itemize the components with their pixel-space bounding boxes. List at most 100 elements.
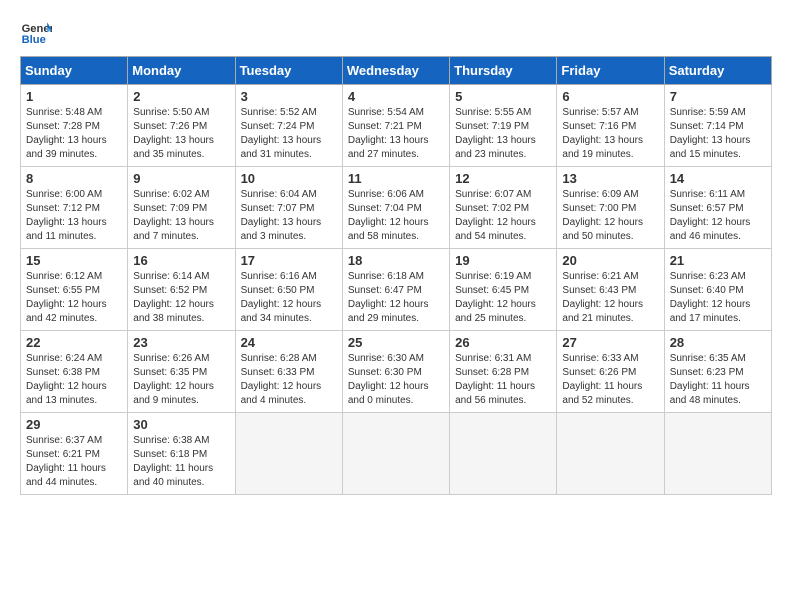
day-number: 8 [26,171,122,186]
day-info: Sunrise: 6:38 AM Sunset: 6:18 PM Dayligh… [133,434,229,490]
day-info: Sunrise: 6:21 AM Sunset: 6:43 PM Dayligh… [562,270,658,326]
calendar-cell: 13 Sunrise: 6:09 AM Sunset: 7:00 PM Dayli… [557,167,664,249]
calendar-cell: 19Sunrise: 6:19 AM Sunset: 6:45 PM Dayli… [450,249,557,331]
calendar-cell: 12Sunrise: 6:07 AM Sunset: 7:02 PM Dayli… [450,167,557,249]
day-info: Sunrise: 6:00 AM Sunset: 7:12 PM Dayligh… [26,188,122,244]
day-info: Sunrise: 6:14 AM Sunset: 6:52 PM Dayligh… [133,270,229,326]
day-number: 1 [26,89,122,104]
day-info: Sunrise: 6:37 AM Sunset: 6:21 PM Dayligh… [26,434,122,490]
weekday-header: Wednesday [342,57,449,85]
day-info: Sunrise: 6:11 AM Sunset: 6:57 PM Dayligh… [670,188,766,244]
day-info: Sunrise: 6:35 AM Sunset: 6:23 PM Dayligh… [670,352,766,408]
weekday-header: Sunday [21,57,128,85]
day-number: 21 [670,253,766,268]
day-info: Sunrise: 6:06 AM Sunset: 7:04 PM Dayligh… [348,188,444,244]
calendar-week-row: 22 Sunrise: 6:24 AM Sunset: 6:38 PM Dayli… [21,331,772,413]
calendar-week-row: 1 Sunrise: 5:48 AM Sunset: 7:28 PM Daylig… [21,85,772,167]
day-number: 7 [670,89,766,104]
calendar-cell: 14 Sunrise: 6:11 AM Sunset: 6:57 PM Dayli… [664,167,771,249]
calendar-cell [664,413,771,495]
day-info: Sunrise: 5:52 AM Sunset: 7:24 PM Dayligh… [241,106,337,162]
day-info: Sunrise: 6:28 AM Sunset: 6:33 PM Dayligh… [241,352,337,408]
calendar-cell: 5 Sunrise: 5:55 AM Sunset: 7:19 PM Daylig… [450,85,557,167]
day-number: 16 [133,253,229,268]
calendar-cell: 24Sunrise: 6:28 AM Sunset: 6:33 PM Dayli… [235,331,342,413]
day-info: Sunrise: 5:50 AM Sunset: 7:26 PM Dayligh… [133,106,229,162]
calendar-cell: 16 Sunrise: 6:14 AM Sunset: 6:52 PM Dayli… [128,249,235,331]
day-number: 4 [348,89,444,104]
calendar-cell [557,413,664,495]
calendar-cell: 30 Sunrise: 6:38 AM Sunset: 6:18 PM Dayli… [128,413,235,495]
calendar-cell: 15 Sunrise: 6:12 AM Sunset: 6:55 PM Dayli… [21,249,128,331]
day-info: Sunrise: 5:55 AM Sunset: 7:19 PM Dayligh… [455,106,551,162]
weekday-header: Monday [128,57,235,85]
calendar-cell: 2 Sunrise: 5:50 AM Sunset: 7:26 PM Daylig… [128,85,235,167]
weekday-header-row: SundayMondayTuesdayWednesdayThursdayFrid… [21,57,772,85]
logo: General Blue [20,16,56,48]
day-info: Sunrise: 5:48 AM Sunset: 7:28 PM Dayligh… [26,106,122,162]
day-number: 11 [348,171,444,186]
day-info: Sunrise: 6:12 AM Sunset: 6:55 PM Dayligh… [26,270,122,326]
day-info: Sunrise: 6:24 AM Sunset: 6:38 PM Dayligh… [26,352,122,408]
day-number: 22 [26,335,122,350]
logo-icon: General Blue [20,16,52,48]
weekday-header: Tuesday [235,57,342,85]
day-number: 3 [241,89,337,104]
weekday-header: Friday [557,57,664,85]
calendar-cell: 26Sunrise: 6:31 AM Sunset: 6:28 PM Dayli… [450,331,557,413]
calendar-cell: 3 Sunrise: 5:52 AM Sunset: 7:24 PM Daylig… [235,85,342,167]
day-info: Sunrise: 5:59 AM Sunset: 7:14 PM Dayligh… [670,106,766,162]
weekday-header: Thursday [450,57,557,85]
calendar-week-row: 8 Sunrise: 6:00 AM Sunset: 7:12 PM Daylig… [21,167,772,249]
day-info: Sunrise: 5:54 AM Sunset: 7:21 PM Dayligh… [348,106,444,162]
calendar-cell: 29 Sunrise: 6:37 AM Sunset: 6:21 PM Dayli… [21,413,128,495]
calendar-cell: 1 Sunrise: 5:48 AM Sunset: 7:28 PM Daylig… [21,85,128,167]
day-number: 6 [562,89,658,104]
calendar-cell: 11 Sunrise: 6:06 AM Sunset: 7:04 PM Dayli… [342,167,449,249]
day-info: Sunrise: 6:07 AM Sunset: 7:02 PM Dayligh… [455,188,551,244]
day-number: 5 [455,89,551,104]
calendar-cell: 21 Sunrise: 6:23 AM Sunset: 6:40 PM Dayli… [664,249,771,331]
calendar-cell: 4 Sunrise: 5:54 AM Sunset: 7:21 PM Daylig… [342,85,449,167]
calendar-cell [342,413,449,495]
calendar-cell: 27 Sunrise: 6:33 AM Sunset: 6:26 PM Dayli… [557,331,664,413]
day-number: 27 [562,335,658,350]
calendar-cell: 9 Sunrise: 6:02 AM Sunset: 7:09 PM Daylig… [128,167,235,249]
calendar-cell: 20Sunrise: 6:21 AM Sunset: 6:43 PM Dayli… [557,249,664,331]
day-info: Sunrise: 5:57 AM Sunset: 7:16 PM Dayligh… [562,106,658,162]
day-number: 23 [133,335,229,350]
day-info: Sunrise: 6:02 AM Sunset: 7:09 PM Dayligh… [133,188,229,244]
day-number: 29 [26,417,122,432]
day-number: 30 [133,417,229,432]
svg-text:Blue: Blue [22,34,46,46]
day-number: 14 [670,171,766,186]
day-info: Sunrise: 6:09 AM Sunset: 7:00 PM Dayligh… [562,188,658,244]
calendar-week-row: 15 Sunrise: 6:12 AM Sunset: 6:55 PM Dayli… [21,249,772,331]
calendar-table: SundayMondayTuesdayWednesdayThursdayFrid… [20,56,772,495]
calendar-cell: 25 Sunrise: 6:30 AM Sunset: 6:30 PM Dayli… [342,331,449,413]
calendar-cell: 6 Sunrise: 5:57 AM Sunset: 7:16 PM Daylig… [557,85,664,167]
day-info: Sunrise: 6:33 AM Sunset: 6:26 PM Dayligh… [562,352,658,408]
day-info: Sunrise: 6:18 AM Sunset: 6:47 PM Dayligh… [348,270,444,326]
calendar-cell: 8 Sunrise: 6:00 AM Sunset: 7:12 PM Daylig… [21,167,128,249]
day-number: 2 [133,89,229,104]
day-info: Sunrise: 6:30 AM Sunset: 6:30 PM Dayligh… [348,352,444,408]
calendar-cell: 7 Sunrise: 5:59 AM Sunset: 7:14 PM Daylig… [664,85,771,167]
day-number: 9 [133,171,229,186]
day-number: 13 [562,171,658,186]
day-info: Sunrise: 6:16 AM Sunset: 6:50 PM Dayligh… [241,270,337,326]
day-number: 26 [455,335,551,350]
header: General Blue [20,16,772,48]
day-number: 28 [670,335,766,350]
day-number: 15 [26,253,122,268]
calendar-cell: 18 Sunrise: 6:18 AM Sunset: 6:47 PM Dayli… [342,249,449,331]
day-number: 18 [348,253,444,268]
day-number: 17 [241,253,337,268]
day-info: Sunrise: 6:04 AM Sunset: 7:07 PM Dayligh… [241,188,337,244]
day-info: Sunrise: 6:26 AM Sunset: 6:35 PM Dayligh… [133,352,229,408]
day-info: Sunrise: 6:23 AM Sunset: 6:40 PM Dayligh… [670,270,766,326]
calendar-cell [235,413,342,495]
calendar-week-row: 29 Sunrise: 6:37 AM Sunset: 6:21 PM Dayli… [21,413,772,495]
day-number: 25 [348,335,444,350]
calendar-cell: 10Sunrise: 6:04 AM Sunset: 7:07 PM Dayli… [235,167,342,249]
